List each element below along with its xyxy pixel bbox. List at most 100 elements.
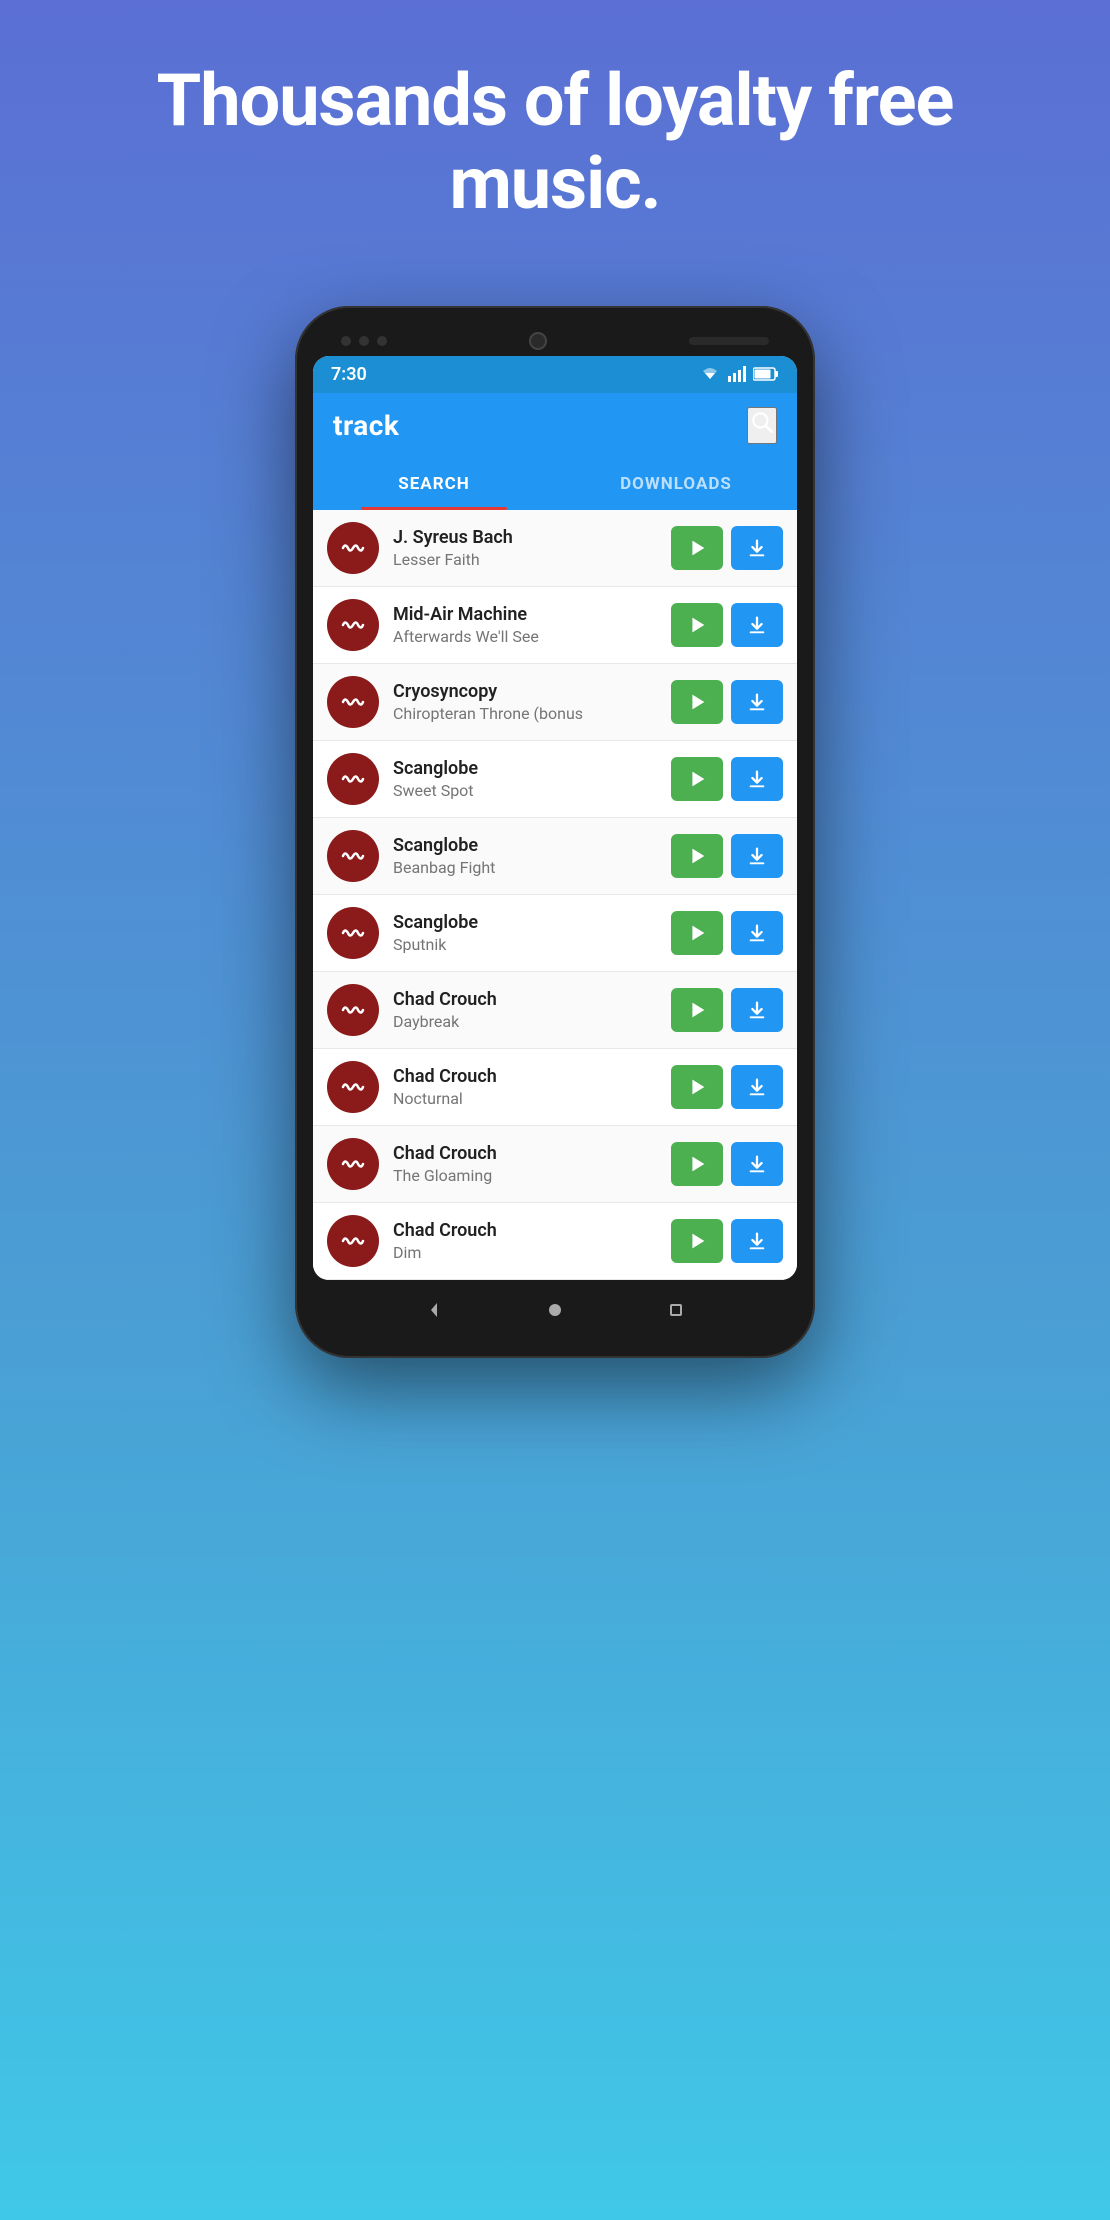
track-artist: Scanglobe <box>393 912 657 933</box>
track-title: Nocturnal <box>393 1089 657 1108</box>
back-icon <box>422 1298 446 1322</box>
track-artist: Cryosyncopy <box>393 681 657 702</box>
track-avatar <box>327 907 379 959</box>
track-actions <box>671 603 783 647</box>
track-item: Scanglobe Sweet Spot <box>313 741 797 818</box>
status-time: 7:30 <box>331 364 367 385</box>
search-icon <box>749 409 775 435</box>
track-avatar <box>327 522 379 574</box>
tab-downloads[interactable]: DOWNLOADS <box>555 458 797 510</box>
track-actions <box>671 1142 783 1186</box>
play-icon <box>686 691 708 713</box>
track-avatar-icon <box>338 1149 368 1179</box>
play-icon <box>686 999 708 1021</box>
track-artist: Chad Crouch <box>393 989 657 1010</box>
download-button[interactable] <box>731 1142 783 1186</box>
track-avatar <box>327 830 379 882</box>
download-icon <box>746 1076 768 1098</box>
tab-search[interactable]: SEARCH <box>313 458 555 510</box>
track-artist: Chad Crouch <box>393 1220 657 1241</box>
track-info: Scanglobe Beanbag Fight <box>393 835 657 877</box>
track-avatar <box>327 1138 379 1190</box>
download-icon <box>746 1153 768 1175</box>
track-item: Chad Crouch Daybreak <box>313 972 797 1049</box>
battery-icon <box>753 367 779 381</box>
download-icon <box>746 614 768 636</box>
download-button[interactable] <box>731 834 783 878</box>
play-button[interactable] <box>671 911 723 955</box>
track-info: Chad Crouch Daybreak <box>393 989 657 1031</box>
track-info: J. Syreus Bach Lesser Faith <box>393 527 657 569</box>
track-avatar-icon <box>338 687 368 717</box>
play-icon <box>686 614 708 636</box>
play-icon <box>686 768 708 790</box>
track-avatar-icon <box>338 610 368 640</box>
track-item: J. Syreus Bach Lesser Faith <box>313 510 797 587</box>
track-item: Scanglobe Sputnik <box>313 895 797 972</box>
nav-back-button[interactable] <box>420 1296 448 1324</box>
track-artist: Chad Crouch <box>393 1066 657 1087</box>
download-button[interactable] <box>731 911 783 955</box>
track-info: Cryosyncopy Chiropteran Throne (bonus <box>393 681 657 723</box>
track-artist: Chad Crouch <box>393 1143 657 1164</box>
wifi-icon <box>699 366 721 382</box>
track-info: Mid-Air Machine Afterwards We'll See <box>393 604 657 646</box>
phone-speaker <box>689 337 769 345</box>
track-avatar <box>327 1215 379 1267</box>
play-button[interactable] <box>671 757 723 801</box>
track-artist: J. Syreus Bach <box>393 527 657 548</box>
track-info: Chad Crouch The Gloaming <box>393 1143 657 1185</box>
track-actions <box>671 757 783 801</box>
download-icon <box>746 691 768 713</box>
play-button[interactable] <box>671 1142 723 1186</box>
track-title: The Gloaming <box>393 1166 657 1185</box>
app-bar: track <box>313 393 797 458</box>
track-item: Cryosyncopy Chiropteran Throne (bonus <box>313 664 797 741</box>
play-button[interactable] <box>671 526 723 570</box>
track-avatar <box>327 984 379 1036</box>
play-button[interactable] <box>671 1219 723 1263</box>
play-icon <box>686 537 708 559</box>
track-title: Lesser Faith <box>393 550 657 569</box>
track-actions <box>671 911 783 955</box>
download-button[interactable] <box>731 603 783 647</box>
nav-recents-button[interactable] <box>662 1296 690 1324</box>
track-actions <box>671 834 783 878</box>
nav-home-button[interactable] <box>541 1296 569 1324</box>
play-button[interactable] <box>671 988 723 1032</box>
track-avatar-icon <box>338 1072 368 1102</box>
track-avatar <box>327 753 379 805</box>
phone-camera <box>529 332 547 350</box>
download-button[interactable] <box>731 1065 783 1109</box>
recents-icon <box>664 1298 688 1322</box>
track-item: Chad Crouch The Gloaming <box>313 1126 797 1203</box>
download-button[interactable] <box>731 988 783 1032</box>
search-button[interactable] <box>747 407 777 444</box>
play-button[interactable] <box>671 834 723 878</box>
hero-tagline: Thousands of loyalty free music. <box>0 60 1110 226</box>
play-icon <box>686 922 708 944</box>
track-item: Chad Crouch Nocturnal <box>313 1049 797 1126</box>
download-icon <box>746 768 768 790</box>
track-artist: Mid-Air Machine <box>393 604 657 625</box>
play-button[interactable] <box>671 680 723 724</box>
track-avatar-icon <box>338 1226 368 1256</box>
track-avatar-icon <box>338 995 368 1025</box>
track-actions <box>671 1219 783 1263</box>
download-button[interactable] <box>731 680 783 724</box>
track-title: Afterwards We'll See <box>393 627 657 646</box>
play-button[interactable] <box>671 603 723 647</box>
track-info: Scanglobe Sweet Spot <box>393 758 657 800</box>
download-button[interactable] <box>731 526 783 570</box>
track-actions <box>671 1065 783 1109</box>
phone-mockup: 7:30 <box>295 306 815 1358</box>
download-button[interactable] <box>731 757 783 801</box>
download-icon <box>746 922 768 944</box>
app-title: track <box>333 409 399 442</box>
track-avatar-icon <box>338 764 368 794</box>
play-button[interactable] <box>671 1065 723 1109</box>
phone-notch <box>313 324 797 356</box>
track-avatar <box>327 1061 379 1113</box>
download-button[interactable] <box>731 1219 783 1263</box>
tabs: SEARCH DOWNLOADS <box>313 458 797 510</box>
